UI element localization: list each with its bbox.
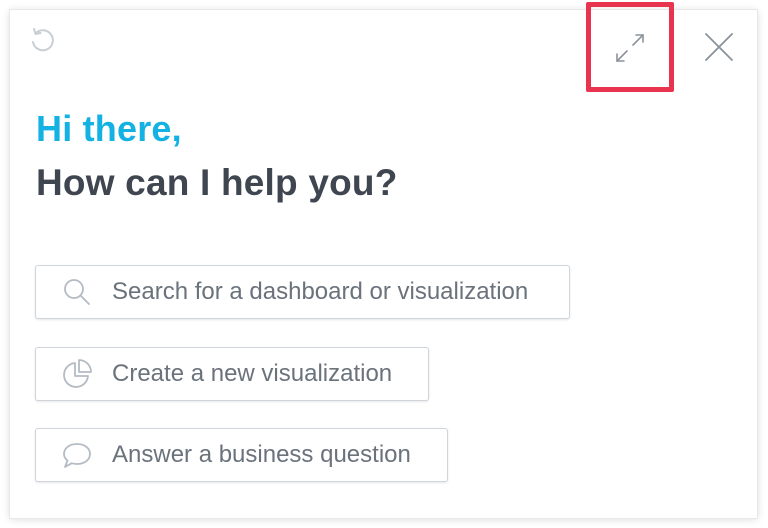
close-button[interactable] [698, 26, 740, 68]
greeting-title: Hi there, [36, 108, 182, 149]
close-icon [705, 33, 733, 61]
help-question: How can I help you? [36, 162, 398, 203]
search-dashboard-label: Search for a dashboard or visualization [112, 278, 529, 305]
undo-button[interactable] [24, 22, 60, 58]
undo-icon [32, 28, 54, 52]
expand-button[interactable] [604, 24, 656, 72]
pie-chart-icon [60, 357, 94, 391]
create-visualization-button[interactable]: Create a new visualization [35, 347, 429, 401]
search-icon [60, 275, 94, 309]
answer-question-label: Answer a business question [112, 441, 411, 468]
expand-icon [616, 34, 644, 62]
search-dashboard-button[interactable]: Search for a dashboard or visualization [35, 265, 570, 319]
speech-bubble-icon [60, 438, 94, 472]
screenshot-frame: Hi there, How can I help you? Search for… [0, 0, 768, 528]
create-visualization-label: Create a new visualization [112, 360, 393, 387]
answer-question-button[interactable]: Answer a business question [35, 428, 448, 482]
